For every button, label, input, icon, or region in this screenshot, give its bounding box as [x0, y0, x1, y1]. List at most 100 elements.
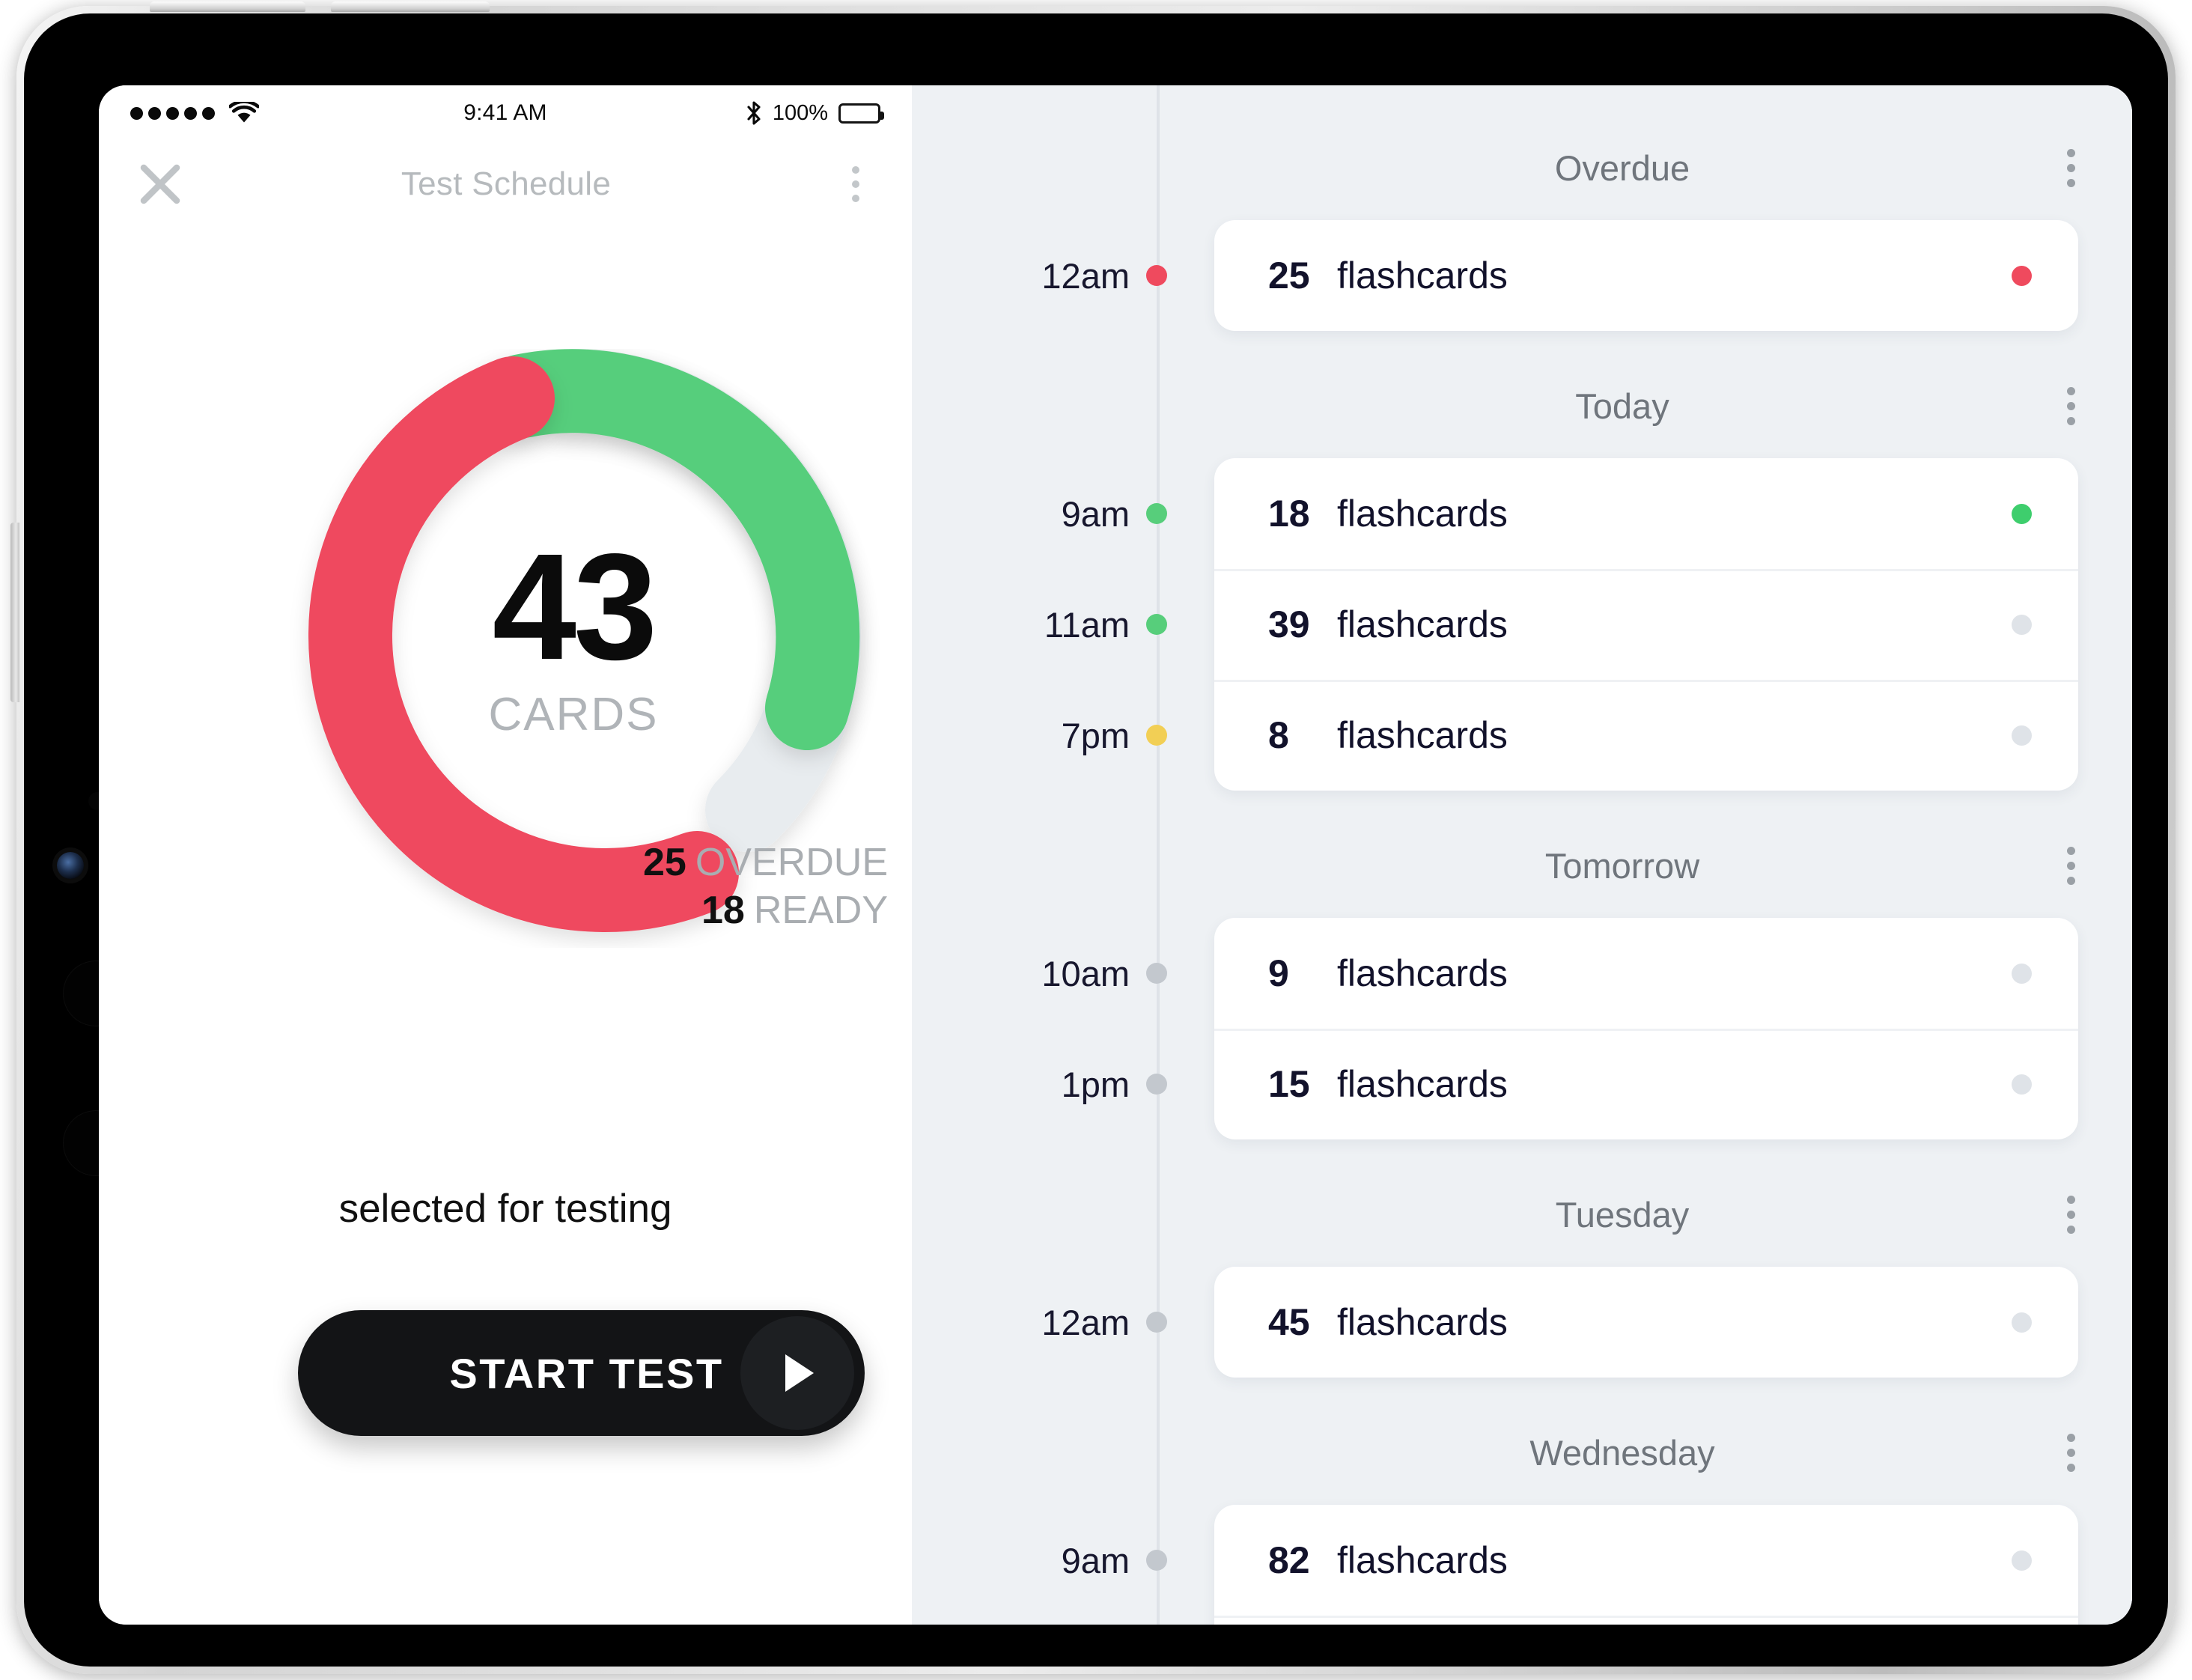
- schedule-group: Wednesday 9am 82 flashcards: [912, 1412, 2132, 1625]
- schedule-row[interactable]: 12am 45 flashcards: [1041, 1267, 2078, 1378]
- timeline-dot: [1146, 963, 1167, 984]
- timeline-time-marker: 10am: [912, 918, 1214, 1029]
- donut-total-value: 43: [492, 521, 658, 691]
- schedule-group: Overdue 12am 25 flashcards: [912, 127, 2132, 331]
- schedule-group-card: 12am 45 flashcards: [1041, 1267, 2078, 1378]
- timeline-time-label: 1pm: [1061, 1064, 1130, 1104]
- donut-legend: 25 OVERDUE 18 READY: [643, 839, 888, 934]
- schedule-row[interactable]: 11am 39 flashcards: [1044, 569, 2078, 680]
- row-card-unit: flashcards: [1337, 1063, 1508, 1105]
- schedule-group-menu-button[interactable]: [2051, 141, 2090, 195]
- schedule-group: Today 9am 18 flashcards 11am 39 flashcards 7pm 8…: [912, 365, 2132, 791]
- status-bar: 9:41 AM 100%: [99, 85, 912, 141]
- schedule-row[interactable]: 9am 18 flashcards: [1062, 458, 2078, 569]
- schedule-timeline-panel: Overdue 12am 25 flashcards Today 9am 18 flashca…: [912, 85, 2132, 1625]
- schedule-list: Overdue 12am 25 flashcards Today 9am 18 flashca…: [912, 85, 2132, 1625]
- timeline-dot: [1146, 1074, 1167, 1095]
- row-status-dot: [2012, 614, 2032, 635]
- row-card-unit: flashcards: [1337, 603, 1508, 645]
- legend-overdue-value: 25: [643, 841, 686, 885]
- volume-up-button[interactable]: [150, 1, 305, 12]
- row-status-dot: [2012, 1550, 2032, 1571]
- selected-for-testing-caption: selected for testing: [338, 1187, 672, 1231]
- row-card-count: 18: [1268, 493, 1310, 535]
- schedule-row[interactable]: 7pm 8 flashcards: [1062, 680, 2078, 791]
- row-status-dot: [2012, 1312, 2032, 1333]
- schedule-group-card: 12am 25 flashcards: [1041, 220, 2078, 331]
- row-card-count: 45: [1268, 1301, 1310, 1343]
- schedule-row[interactable]: 1pm 15 flashcards: [1062, 1029, 2078, 1139]
- start-test-label: START TEST: [449, 1349, 724, 1397]
- legend-row-overdue: 25 OVERDUE: [643, 839, 888, 886]
- schedule-group-menu-button[interactable]: [2051, 379, 2090, 433]
- row-status-dot: [2012, 265, 2032, 286]
- row-status-dot: [2012, 503, 2032, 524]
- row-card-count: 25: [1268, 255, 1310, 296]
- timeline-dot: [1146, 614, 1167, 635]
- test-summary-panel: 9:41 AM 100% Test Schedule 43 CARDS 25 O…: [99, 85, 912, 1625]
- start-test-button[interactable]: START TEST: [298, 1310, 865, 1436]
- schedule-group-header: Wednesday: [912, 1412, 2132, 1493]
- row-card-unit: flashcards: [1337, 952, 1508, 994]
- timeline-time-label: 9am: [1061, 1540, 1130, 1580]
- timeline-dot: [1146, 1312, 1167, 1333]
- timeline-time-marker: 9am: [912, 1505, 1214, 1616]
- row-card-count: 8: [1268, 714, 1289, 756]
- battery-icon: [838, 103, 884, 124]
- schedule-row[interactable]: 9am 82 flashcards: [1062, 1505, 2078, 1616]
- row-status-dot: [2012, 725, 2032, 746]
- schedule-group: Tuesday 12am 45 flashcards: [912, 1174, 2132, 1378]
- schedule-group-menu-button[interactable]: [2051, 839, 2090, 892]
- timeline-time-marker: 11am: [912, 569, 1214, 680]
- schedule-group-header: Tomorrow: [912, 825, 2132, 906]
- timeline-time-marker: 7pm: [912, 680, 1214, 791]
- schedule-group-header: Today: [912, 365, 2132, 446]
- donut-total-label: CARDS: [488, 689, 659, 741]
- schedule-row[interactable]: [1214, 1616, 2078, 1625]
- timeline-time-label: 10am: [1041, 953, 1130, 993]
- timeline-time-label: 12am: [1041, 255, 1130, 296]
- legend-row-ready: 18 READY: [643, 887, 888, 934]
- schedule-group: Tomorrow 10am 9 flashcards 1pm 15 flashcards: [912, 825, 2132, 1139]
- row-status-dot: [2012, 963, 2032, 984]
- header-overflow-menu-button[interactable]: [832, 156, 879, 213]
- row-card-count: 82: [1268, 1539, 1310, 1581]
- timeline-dot: [1146, 725, 1167, 746]
- row-status-dot: [2012, 1074, 2032, 1095]
- device-screen: 9:41 AM 100% Test Schedule 43 CARDS 25 O…: [99, 85, 2132, 1625]
- legend-ready-value: 18: [701, 888, 745, 932]
- timeline-time-label: 7pm: [1061, 715, 1130, 755]
- timeline-time-marker: 1pm: [912, 1029, 1214, 1139]
- app-header: Test Schedule: [99, 141, 912, 228]
- volume-down-button[interactable]: [331, 1, 490, 12]
- schedule-group-header: Tuesday: [912, 1174, 2132, 1255]
- schedule-group-title: Tomorrow: [1544, 845, 1700, 886]
- tablet-device-frame: 9:41 AM 100% Test Schedule 43 CARDS 25 O…: [10, 1, 2176, 1674]
- schedule-group-header: Overdue: [912, 127, 2132, 208]
- timeline-dot: [1146, 503, 1167, 524]
- schedule-group-card: 9am 18 flashcards 11am 39 flashcards 7pm 8 flash…: [1044, 458, 2078, 791]
- cards-donut-chart: 43 CARDS 25 OVERDUE 18 READY: [286, 349, 892, 948]
- legend-ready-label: READY: [753, 888, 888, 932]
- row-card-unit: flashcards: [1337, 1539, 1508, 1581]
- row-card-unit: flashcards: [1337, 1301, 1508, 1343]
- schedule-group-title: Today: [1575, 386, 1669, 426]
- timeline-time-marker: 12am: [912, 1267, 1214, 1378]
- timeline-time-marker: 9am: [912, 458, 1214, 569]
- schedule-row[interactable]: 10am 9 flashcards: [1041, 918, 2078, 1029]
- play-icon: [740, 1316, 854, 1430]
- schedule-group-title: Tuesday: [1555, 1194, 1690, 1235]
- row-card-count: 9: [1268, 952, 1289, 994]
- legend-overdue-label: OVERDUE: [695, 841, 888, 885]
- schedule-group-menu-button[interactable]: [2051, 1187, 2090, 1241]
- status-bar-clock: 9:41 AM: [463, 100, 547, 125]
- schedule-group-card: 9am 82 flashcards: [1062, 1505, 2078, 1625]
- timeline-time-label: 11am: [1044, 604, 1130, 645]
- schedule-group-card: 10am 9 flashcards 1pm 15 flashcards: [1041, 918, 2078, 1139]
- schedule-row[interactable]: 12am 25 flashcards: [1041, 220, 2078, 331]
- schedule-group-menu-button[interactable]: [2051, 1425, 2090, 1479]
- donut-center-labels: 43 CARDS: [286, 349, 861, 924]
- row-card-unit: flashcards: [1337, 255, 1508, 296]
- power-button[interactable]: [10, 523, 19, 702]
- timeline-time-marker: 12am: [912, 220, 1214, 331]
